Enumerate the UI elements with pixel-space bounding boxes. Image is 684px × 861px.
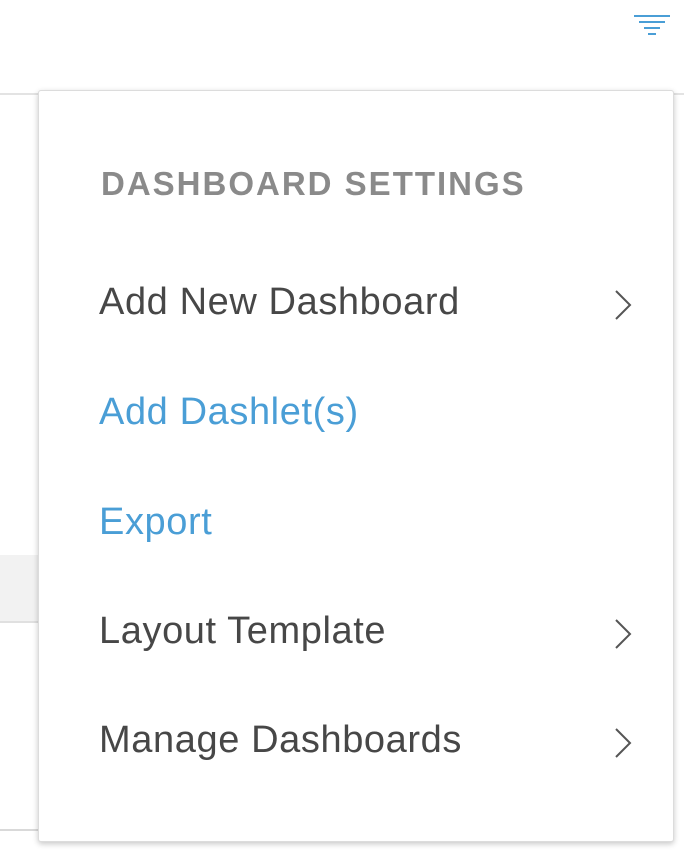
app-screen: DASHBOARD SETTINGS Add New Dashboard Add… <box>0 0 684 861</box>
menu-item-label: Layout Template <box>99 610 387 652</box>
menu-item-add-new-dashboard[interactable]: Add New Dashboard <box>39 265 673 345</box>
page-table-header <box>0 555 40 623</box>
filter-lines-icon[interactable] <box>632 8 672 36</box>
menu-item-add-dashlets[interactable]: Add Dashlet(s) <box>39 375 673 455</box>
page-divider-bottom <box>0 829 40 831</box>
menu-item-label: Manage Dashboards <box>99 719 462 761</box>
chevron-right-icon <box>610 616 634 652</box>
menu-item-label: Add Dashlet(s) <box>99 391 359 433</box>
chevron-right-icon <box>610 287 634 323</box>
menu-item-layout-template[interactable]: Layout Template <box>39 594 673 674</box>
menu-item-export[interactable]: Export <box>39 485 673 565</box>
menu-item-label: Add New Dashboard <box>99 281 460 323</box>
chevron-right-icon <box>610 725 634 761</box>
menu-item-label: Export <box>99 501 213 543</box>
menu-heading: DASHBOARD SETTINGS <box>101 165 526 202</box>
menu-item-manage-dashboards[interactable]: Manage Dashboards <box>39 703 673 783</box>
dashboard-settings-menu: DASHBOARD SETTINGS Add New Dashboard Add… <box>38 90 674 842</box>
